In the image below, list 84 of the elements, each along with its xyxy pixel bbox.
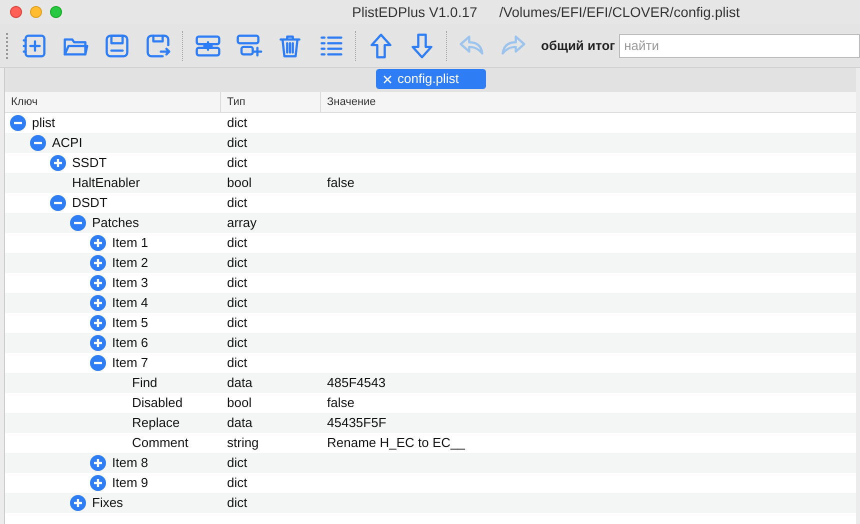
expand-icon[interactable]: [50, 155, 66, 171]
key-cell-text: Find: [132, 374, 158, 392]
key-cell-text: HaltEnabler: [72, 174, 140, 192]
window-title: PlistEDPlus V1.0.17: [352, 2, 478, 22]
table-row[interactable]: Item 2 dict: [5, 253, 856, 273]
type-cell: dict: [227, 295, 248, 310]
search-field[interactable]: найти: [619, 34, 860, 58]
table-row[interactable]: Item 4 dict: [5, 293, 856, 313]
expand-icon[interactable]: [90, 315, 106, 331]
expand-icon[interactable]: [70, 495, 86, 511]
table-row[interactable]: Fixes dict: [5, 493, 856, 513]
expand-icon[interactable]: [90, 455, 106, 471]
value-cell: false: [327, 395, 354, 410]
type-cell: bool: [227, 175, 252, 190]
table-row[interactable]: Item 8 dict: [5, 453, 856, 473]
value-cell: 485F4543: [327, 375, 386, 390]
type-cell: dict: [227, 255, 248, 270]
search-label: общий итог: [541, 36, 616, 55]
column-heading[interactable]: Ключ: [5, 92, 221, 112]
type-cell: string: [227, 435, 259, 450]
expand-icon[interactable]: [90, 255, 106, 271]
collapse-icon[interactable]: [30, 135, 46, 151]
new-file-icon: [20, 32, 48, 60]
type-cell: data: [227, 415, 252, 430]
key-cell-text: Item 4: [112, 294, 148, 312]
table-row[interactable]: HaltEnabler bool false: [5, 173, 856, 193]
key-cell-text: Item 3: [112, 274, 148, 292]
save-icon: [102, 32, 130, 60]
value-cell: 45435F5F: [327, 415, 386, 430]
key-cell-text: Item 8: [112, 454, 148, 472]
zoom-icon[interactable]: [50, 6, 62, 18]
key-cell-text: Item 5: [112, 314, 148, 332]
type-cell: array: [227, 215, 257, 230]
column-heading[interactable]: Значение: [321, 92, 856, 112]
collapse-icon[interactable]: [90, 355, 106, 371]
collapse-icon[interactable]: [50, 195, 66, 211]
type-cell: dict: [227, 155, 248, 170]
key-cell-text: Item 2: [112, 254, 148, 272]
save-as-icon: [144, 32, 172, 60]
value-cell: Rename H_EC to EC__: [327, 435, 466, 450]
key-cell-text: Item 7: [112, 354, 148, 372]
key-cell-text: Patches: [92, 214, 139, 232]
type-cell: dict: [227, 335, 248, 350]
key-cell-text: DSDT: [72, 194, 108, 212]
expand-icon[interactable]: [90, 335, 106, 351]
key-cell-text: Replace: [132, 414, 180, 432]
type-cell: bool: [227, 395, 252, 410]
table-row[interactable]: Item 6 dict: [5, 333, 856, 353]
table-row[interactable]: Find data 485F4543: [5, 373, 856, 393]
type-cell: dict: [227, 115, 248, 130]
table-row[interactable]: Replace data 45435F5F: [5, 413, 856, 433]
key-cell-text: plist: [32, 114, 56, 132]
column-heading[interactable]: Тип: [221, 92, 321, 112]
key-cell-text: Item 6: [112, 334, 148, 352]
close-icon[interactable]: [10, 6, 22, 18]
type-cell: data: [227, 375, 252, 390]
table-row[interactable]: ACPI dict: [5, 133, 856, 153]
file-path: /Volumes/EFI/EFI/CLOVER/config.plist: [499, 2, 740, 22]
type-cell: dict: [227, 235, 248, 250]
key-cell-text: Item 1: [112, 234, 148, 252]
key-cell-text: Comment: [132, 434, 188, 452]
type-cell: dict: [227, 455, 248, 470]
key-cell-text: Item 9: [112, 474, 148, 492]
file-tab[interactable]: config.plist: [376, 69, 486, 89]
table-row[interactable]: Patches array: [5, 213, 856, 233]
type-cell: dict: [227, 315, 248, 330]
type-cell: dict: [227, 495, 248, 510]
collapse-icon[interactable]: [10, 115, 26, 131]
key-cell-text: Fixes: [92, 494, 124, 512]
add-child-icon: [234, 32, 262, 60]
expand-icon[interactable]: [90, 295, 106, 311]
expand-icon[interactable]: [90, 235, 106, 251]
type-cell: dict: [227, 475, 248, 490]
type-cell: dict: [227, 195, 248, 210]
expand-icon[interactable]: [90, 475, 106, 491]
key-cell-text: Disabled: [132, 394, 183, 412]
key-cell-text: ACPI: [52, 134, 82, 152]
expand-icon[interactable]: [90, 275, 106, 291]
type-cell: dict: [227, 355, 248, 370]
key-cell-text: SSDT: [72, 154, 107, 172]
type-cell: dict: [227, 275, 248, 290]
type-cell: dict: [227, 135, 248, 150]
collapse-icon[interactable]: [70, 215, 86, 231]
value-cell: false: [327, 175, 354, 190]
